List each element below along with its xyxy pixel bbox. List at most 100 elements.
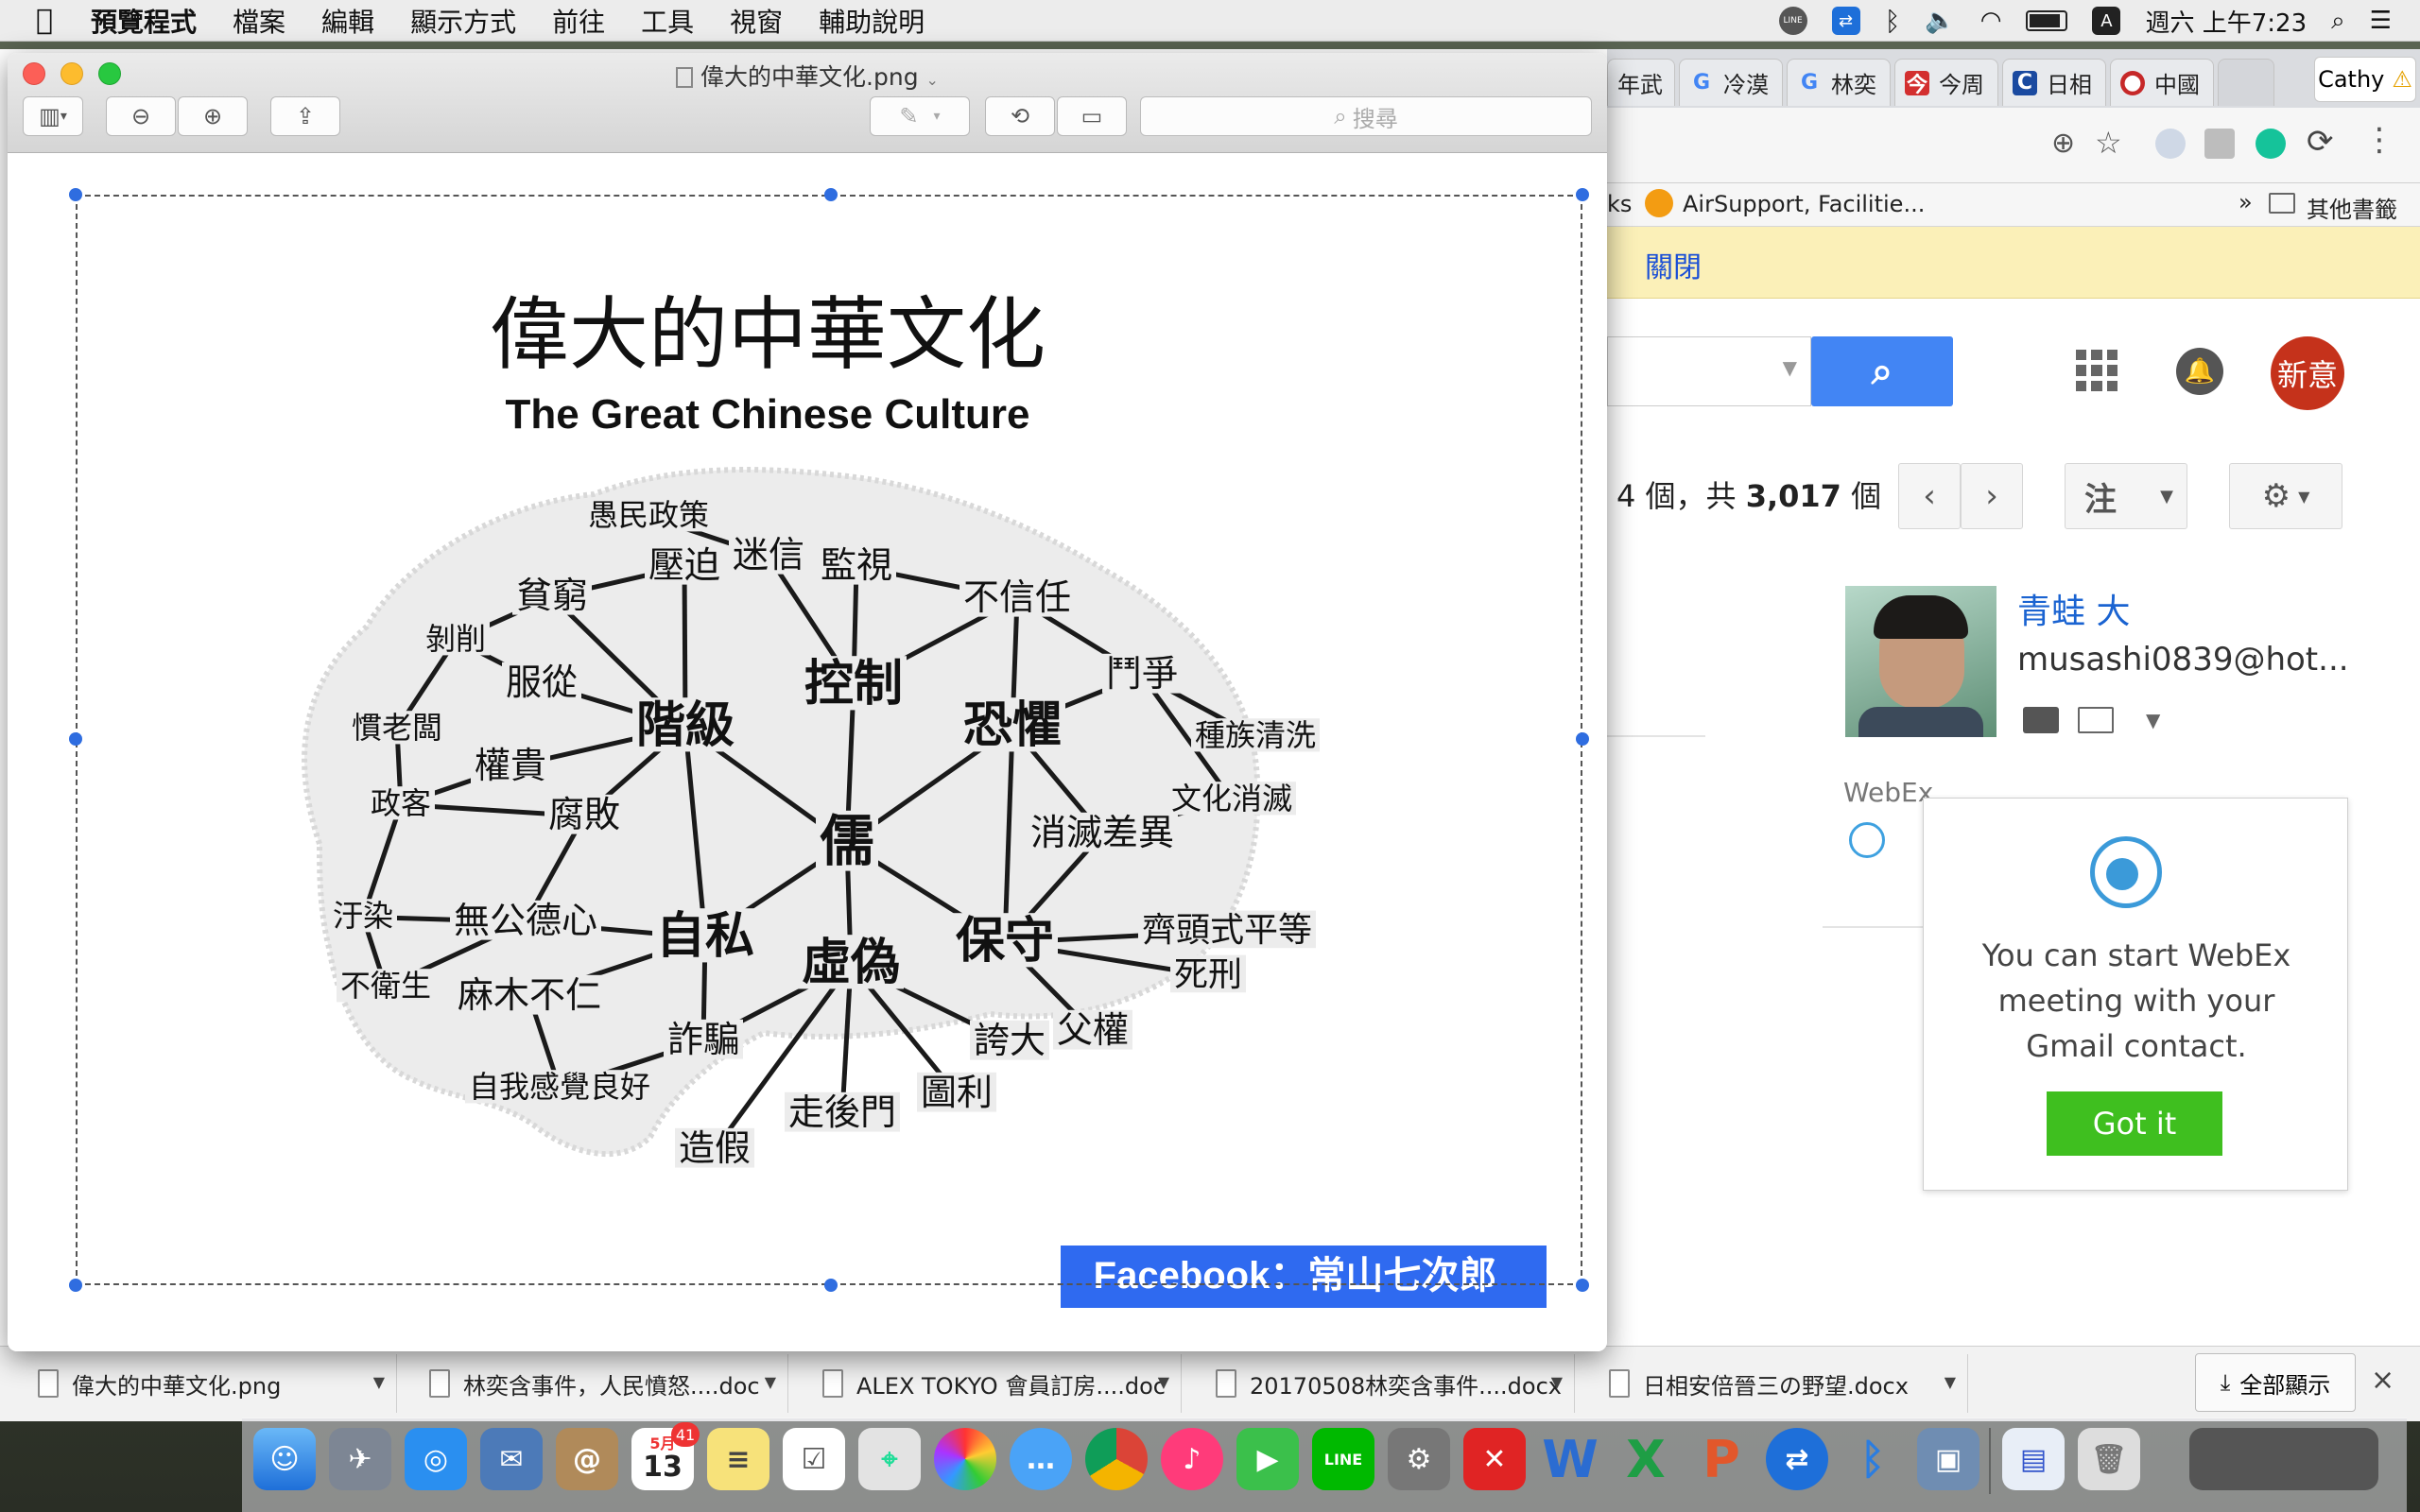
older-button[interactable]: › (1961, 463, 2023, 529)
sidebar-toggle-button[interactable]: ▥ ▾ (23, 96, 83, 136)
mail-icon[interactable]: ✉ (480, 1428, 543, 1490)
chrome-menu-icon[interactable]: ⋮ (2363, 121, 2395, 159)
selection-handle[interactable] (69, 1279, 82, 1292)
download-item[interactable]: 20170508林奕含事件....docx ▼ (1187, 1354, 1575, 1413)
maps-icon[interactable]: ⌖ (858, 1428, 921, 1490)
chrome-profile-button[interactable]: Cathy ⚠ (2314, 57, 2416, 102)
share-button[interactable]: ⇪ (270, 96, 340, 136)
chevron-down-icon[interactable]: ▼ (1158, 1373, 1169, 1391)
selection-handle[interactable] (69, 188, 82, 201)
chrome-icon[interactable] (1085, 1428, 1148, 1490)
teamviewer-icon[interactable]: ⇄ (1766, 1428, 1828, 1490)
zoom-icon[interactable]: ⊕ (2051, 127, 2075, 160)
chrome-tab[interactable]: 年武 (1607, 59, 1675, 106)
bookmarks-overflow[interactable]: » (2238, 189, 2253, 215)
more-actions-button[interactable]: 注 ▼ (2065, 463, 2187, 529)
chevron-down-icon[interactable]: ▼ (373, 1373, 385, 1391)
messages-icon[interactable]: … (1010, 1428, 1072, 1490)
settings-button[interactable]: ⚙ ▼ (2229, 463, 2342, 529)
webex-icon[interactable] (1849, 822, 1885, 858)
selection-handle[interactable] (824, 1279, 838, 1292)
facetime-icon[interactable]: ▶ (1236, 1428, 1299, 1490)
photos-icon[interactable] (934, 1428, 996, 1490)
chrome-tab[interactable]: G 冷漠 (1679, 59, 1783, 106)
selection-handle[interactable] (1576, 732, 1589, 746)
grammarly-icon[interactable] (2256, 129, 2286, 159)
reminders-icon[interactable]: ☑ (783, 1428, 845, 1490)
safari-icon[interactable]: ◎ (405, 1428, 467, 1490)
download-item[interactable]: 日相安倍晉三の野望.docx ▼ (1581, 1354, 1968, 1413)
minimized-window-thumbnail[interactable] (2189, 1428, 2378, 1490)
trash-icon[interactable]: 🗑 (2078, 1428, 2140, 1490)
selection-rectangle[interactable] (76, 195, 1582, 1285)
infobar-close-link[interactable]: 關閉 (1645, 244, 1702, 285)
bookmark-other-folder[interactable]: 其他書籤 (2307, 191, 2397, 224)
teamviewer-tray-icon[interactable]: ⇄ (1831, 7, 1860, 35)
account-avatar[interactable]: 新意 (2271, 336, 2344, 410)
bookmark-airsupport[interactable]: AirSupport, Facilitie... (1683, 191, 1925, 217)
menu-view[interactable]: 顯示方式 (410, 2, 516, 40)
excel-icon[interactable]: X (1615, 1428, 1677, 1490)
menu-tools[interactable]: 工具 (641, 2, 694, 40)
volume-icon[interactable]: 🔈 (1925, 7, 1955, 35)
bookmark-star-icon[interactable]: ☆ (2095, 125, 2122, 161)
system-preferences-icon[interactable]: ⚙ (1388, 1428, 1450, 1490)
sync-icon[interactable]: ⟳ (2307, 123, 2334, 161)
chrome-tab[interactable]: 今今周 (1894, 59, 1998, 106)
chrome-tab[interactable]: C 日相 (2002, 59, 2106, 106)
zoom-in-button[interactable]: ⊕ (178, 96, 248, 136)
contact-more-icon[interactable]: ▼ (2146, 709, 2160, 731)
menu-go[interactable]: 前往 (552, 2, 605, 40)
downloads-stack-icon[interactable]: ▤ (2002, 1428, 2065, 1490)
chrome-tab[interactable]: ● 中國 (2110, 59, 2214, 106)
preview-app-icon[interactable]: ▣ (1917, 1428, 1979, 1490)
input-source-icon[interactable]: A (2092, 7, 2121, 35)
launchpad-icon[interactable]: ✈ (329, 1428, 391, 1490)
menu-help[interactable]: 輔助說明 (819, 2, 925, 40)
selection-handle[interactable] (1576, 188, 1589, 201)
chevron-down-icon[interactable]: ▼ (1945, 1373, 1956, 1391)
show-all-downloads-button[interactable]: ⤓ 全部顯示 (2195, 1353, 2356, 1412)
zoom-out-button[interactable]: ⊖ (106, 96, 176, 136)
notes-icon[interactable]: ≡ (707, 1428, 769, 1490)
line-tray-icon[interactable]: LINE (1778, 7, 1807, 35)
apple-menu-icon[interactable]:  (36, 4, 53, 37)
translate-extension-icon[interactable] (2155, 129, 2186, 159)
download-item[interactable]: 林奕含事件，人民憤怒....doc ▼ (401, 1354, 788, 1413)
chrome-address-bar[interactable]: ⊕ ☆ ⟳ ⋮ (1607, 108, 2420, 183)
wifi-icon[interactable]: ◠ (1980, 7, 2002, 35)
menu-app-name[interactable]: 預覽程式 (91, 2, 197, 40)
download-item[interactable]: 偉大的中華文化.png ▼ (9, 1354, 397, 1413)
chevron-down-icon[interactable]: ▼ (765, 1373, 776, 1391)
new-tab-button[interactable] (2218, 59, 2274, 106)
email-icon[interactable] (2078, 707, 2114, 733)
line-app-icon[interactable]: LINE (1312, 1428, 1374, 1490)
search-options-icon[interactable]: ▼ (1783, 356, 1797, 379)
selection-handle[interactable] (1576, 1279, 1589, 1292)
notification-center-icon[interactable]: ☰ (2370, 7, 2392, 35)
rotate-button[interactable]: ⟲ (985, 96, 1055, 136)
gmail-search-button[interactable]: ⌕ (1811, 336, 1953, 406)
spotlight-icon[interactable]: ⌕ (2331, 7, 2345, 36)
contact-name[interactable]: 青蛙 大 (2017, 584, 2130, 633)
gmail-search-input[interactable]: ▼ (1607, 336, 1811, 406)
menu-window[interactable]: 視窗 (730, 2, 783, 40)
window-title[interactable]: 偉大的中華文化.png ⌄ (8, 59, 1607, 93)
markup-button[interactable]: ✎ ▾ (870, 96, 970, 136)
itunes-icon[interactable]: ♪ (1161, 1428, 1223, 1490)
extension-icon[interactable] (2204, 129, 2235, 159)
menu-clock[interactable]: 週六 上午7:23 (2145, 4, 2307, 39)
xmind-icon[interactable]: ✕ (1463, 1428, 1526, 1490)
chrome-tab[interactable]: G 林奕 (1787, 59, 1891, 106)
finder-icon[interactable]: ☺ (253, 1428, 316, 1490)
chevron-down-icon[interactable]: ▼ (1551, 1373, 1563, 1391)
got-it-button[interactable]: Got it (2047, 1091, 2222, 1156)
bluetooth-file-exchange-icon[interactable]: ᛒ (1841, 1428, 1904, 1490)
apps-grid-icon[interactable] (2076, 350, 2118, 391)
newer-button[interactable]: ‹ (1898, 463, 1961, 529)
menu-file[interactable]: 檔案 (233, 2, 285, 40)
menu-edit[interactable]: 編輯 (321, 2, 374, 40)
preview-search-field[interactable]: ⌕ 搜尋 (1140, 96, 1592, 136)
chat-icon[interactable] (2023, 707, 2059, 733)
toolbox-button[interactable]: ▭ (1057, 96, 1127, 136)
